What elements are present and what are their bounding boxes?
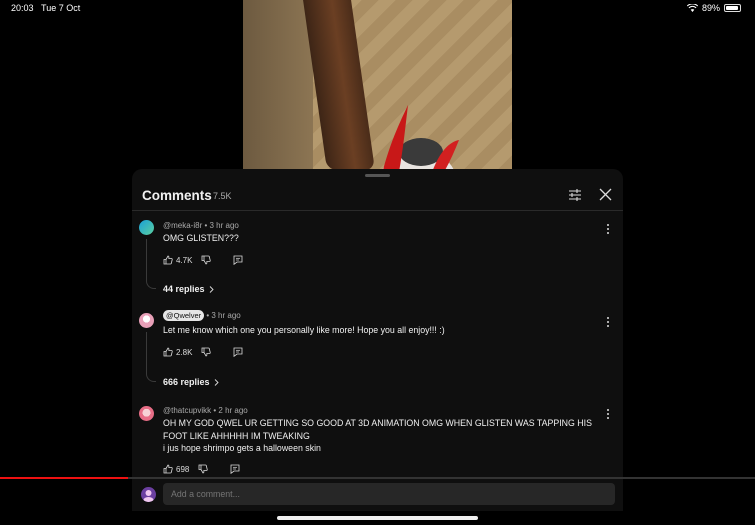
comment-meta: @meka-i8r • 3 hr ago [163,221,239,230]
more-vert-icon[interactable] [605,316,611,328]
reply-icon[interactable] [233,255,243,265]
comments-panel: Comments 7.5K @meka-i8r • 3 hr ago OMG G… [132,169,623,479]
comment-author[interactable]: @meka-i8r [163,221,202,230]
like-icon[interactable] [163,255,173,265]
comment-meta: @Qwelver • 3 hr ago [163,310,241,321]
video-progress-fill [0,477,129,479]
wifi-icon [686,4,698,12]
replies-toggle[interactable]: 666 replies [163,377,219,387]
comment-text: OH MY GOD QWEL UR GETTING SO GOOD AT 3D … [163,418,592,453]
comment-author[interactable]: @thatcupvikk [163,406,211,415]
comment-item: @thatcupvikk • 2 hr ago OH MY GOD QWEL U… [132,402,623,479]
status-right: 89% [686,3,741,13]
video-frame-pole [303,0,375,170]
comment-actions: 4.7K [163,255,243,265]
creator-author-chip[interactable]: @Qwelver [163,310,205,321]
avatar[interactable] [139,220,154,235]
comment-time: 2 hr ago [218,406,248,415]
video-frame-wall [243,0,313,170]
reply-icon[interactable] [233,347,243,357]
status-time: 20:03 Tue 7 Oct [11,3,81,13]
comment-time: 3 hr ago [211,311,241,320]
replies-toggle[interactable]: 44 replies [163,284,214,294]
dislike-icon[interactable] [198,464,208,474]
filter-icon[interactable] [568,188,582,202]
thread-line [146,239,156,289]
video-player[interactable] [243,0,512,170]
avatar[interactable] [139,313,154,328]
add-comment-input[interactable] [163,483,615,505]
chevron-right-icon [214,378,219,386]
close-icon[interactable] [599,188,612,201]
comment-item: @Qwelver • 3 hr ago Let me know which on… [132,308,623,400]
like-icon[interactable] [163,347,173,357]
avatar[interactable] [139,406,154,421]
comment-meta: @thatcupvikk • 2 hr ago [163,406,248,415]
add-comment-bar [132,479,623,511]
comment-item: @meka-i8r • 3 hr ago OMG GLISTEN??? 4.7K… [132,215,623,307]
home-indicator[interactable] [277,516,478,520]
like-icon[interactable] [163,464,173,474]
dislike-icon[interactable] [201,347,212,357]
comments-title: Comments [142,188,212,203]
video-frame-character [382,105,459,170]
comments-count: 7.5K [213,191,232,201]
like-count: 698 [176,464,190,474]
comment-actions: 2.8K [163,347,243,357]
more-vert-icon[interactable] [605,408,611,420]
comment-text: OMG GLISTEN??? [163,233,239,243]
like-count: 2.8K [176,347,193,357]
more-vert-icon[interactable] [605,223,611,235]
comment-time: 3 hr ago [209,221,239,230]
battery-percent: 89% [701,3,720,13]
battery-icon [724,4,741,12]
user-avatar[interactable] [141,487,156,502]
comment-actions: 698 [163,464,240,474]
comments-header: Comments 7.5K [132,169,623,211]
comment-text: Let me know which one you personally lik… [163,325,445,335]
dislike-icon[interactable] [201,255,212,265]
thread-line [146,332,156,382]
chevron-right-icon [209,285,214,293]
like-count: 4.7K [176,255,193,265]
reply-icon[interactable] [230,464,240,474]
